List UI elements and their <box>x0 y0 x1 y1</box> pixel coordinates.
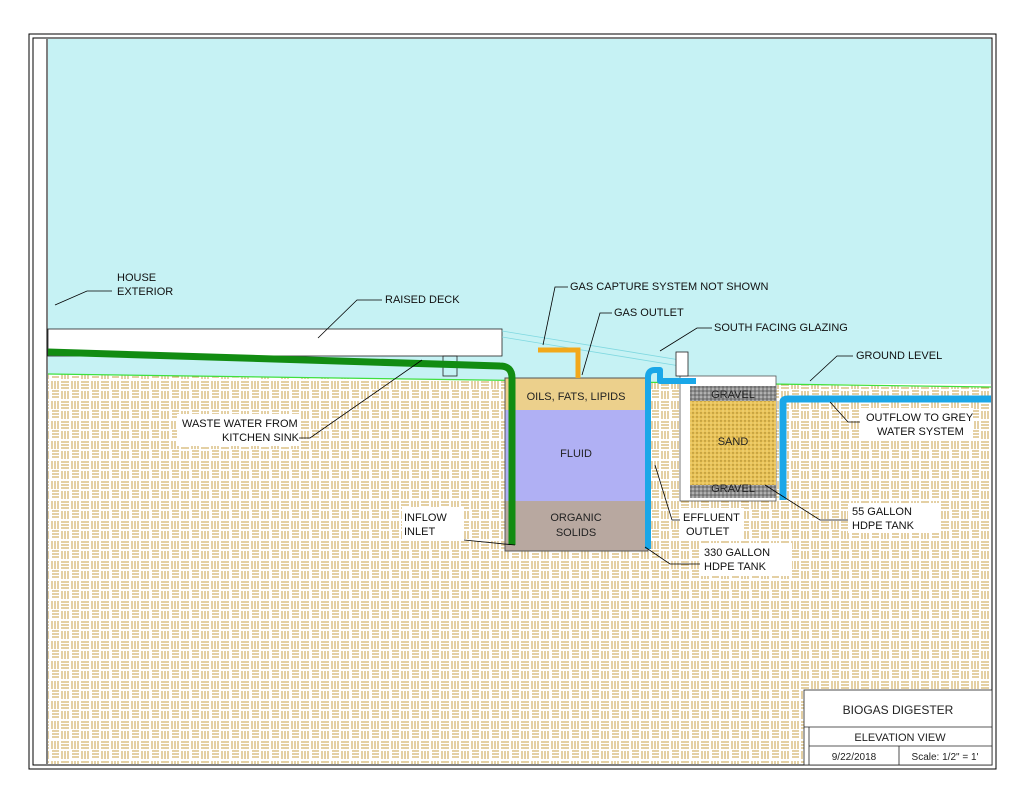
label-waste-water-1: WASTE WATER FROM <box>182 418 298 430</box>
title-block-date: 9/22/2018 <box>832 752 877 763</box>
label-outflow-1: OUTFLOW TO GREY <box>866 412 974 424</box>
label-organic-solids-1: ORGANIC <box>550 512 601 524</box>
label-gravel-bottom: GRAVEL <box>711 483 755 495</box>
label-effluent-2: OUTLET <box>686 526 730 538</box>
label-house-exterior-1: HOUSE <box>117 272 156 284</box>
label-south-glazing: SOUTH FACING GLAZING <box>714 322 848 334</box>
title-block-title: BIOGAS DIGESTER <box>843 703 954 717</box>
label-tank-330-2: HDPE TANK <box>704 561 767 573</box>
title-block-view: ELEVATION VIEW <box>854 732 946 744</box>
glazing-frame <box>675 351 689 377</box>
label-effluent-1: EFFLUENT <box>683 512 740 524</box>
title-block-scale: Scale: 1/2" = 1' <box>912 752 979 763</box>
label-tank-55-1: 55 GALLON <box>852 506 912 518</box>
label-gas-outlet: GAS OUTLET <box>614 307 684 319</box>
label-tank-330-1: 330 GALLON <box>704 547 770 559</box>
label-gravel-top: GRAVEL <box>711 389 755 401</box>
tank-330-solids-layer <box>505 501 648 551</box>
biogas-digester-drawing: HOUSE EXTERIOR RAISED DECK GAS CAPTURE S… <box>28 33 997 770</box>
title-block: BIOGAS DIGESTER ELEVATION VIEW 9/22/2018… <box>803 689 993 766</box>
label-sand: SAND <box>718 436 749 448</box>
label-ground-level: GROUND LEVEL <box>856 350 942 362</box>
label-oils: OILS, FATS, LIPIDS <box>527 391 626 403</box>
label-tank-55-2: HDPE TANK <box>852 520 915 532</box>
label-waste-water-2: KITCHEN SINK <box>222 432 300 444</box>
label-outflow-2: WATER SYSTEM <box>877 426 964 438</box>
label-house-exterior-2: EXTERIOR <box>117 286 173 298</box>
label-inflow-1: INFLOW <box>404 512 447 524</box>
label-inflow-2: INLET <box>404 526 435 538</box>
label-organic-solids-2: SOLIDS <box>556 527 596 539</box>
label-fluid: FLUID <box>560 448 592 460</box>
label-gas-capture: GAS CAPTURE SYSTEM NOT SHOWN <box>570 281 768 293</box>
label-raised-deck: RAISED DECK <box>385 294 460 306</box>
